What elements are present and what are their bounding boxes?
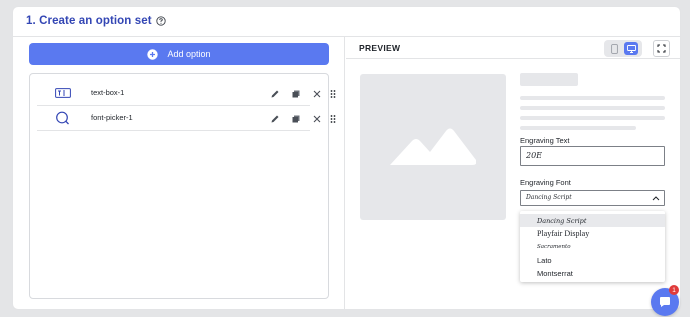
add-option-label: Add option	[167, 49, 211, 59]
option-name: text-box-1	[91, 88, 125, 97]
delete-icon[interactable]	[311, 88, 322, 99]
text-skeleton	[520, 126, 636, 130]
product-image-placeholder	[360, 74, 506, 220]
options-list: text-box-1 font-picker-1	[29, 73, 335, 299]
plus-circle-icon	[147, 48, 159, 60]
section-title: 1. Create an option set	[26, 14, 152, 27]
font-option[interactable]: Playfair Display	[520, 227, 665, 240]
editor-body: Add option text-box-1 font-picker-1 PREV…	[13, 36, 680, 309]
option-row[interactable]: font-picker-1	[37, 106, 335, 131]
option-set-card: 1. Create an option set Add option text-…	[12, 6, 681, 310]
font-picker-icon	[55, 111, 71, 125]
delete-icon[interactable]	[311, 113, 322, 124]
engraving-font-value: Dancing Script	[526, 194, 572, 201]
preview-panel: PREVIEW Engraving Text 20E Engraving Fon…	[346, 37, 680, 309]
edit-icon[interactable]	[269, 88, 280, 99]
duplicate-icon[interactable]	[290, 88, 301, 99]
engraving-font-label: Engraving Font	[520, 178, 571, 187]
drag-handle-icon[interactable]	[327, 88, 338, 99]
text-skeleton	[520, 116, 665, 120]
chat-icon	[660, 297, 670, 307]
engraving-text-input[interactable]: 20E	[520, 146, 665, 166]
mobile-icon[interactable]	[608, 42, 621, 55]
drag-handle-icon[interactable]	[327, 113, 338, 124]
font-option[interactable]: Sacramento	[520, 240, 665, 253]
option-row[interactable]: text-box-1	[37, 81, 335, 106]
engraving-font-select[interactable]: Dancing Script	[520, 190, 665, 206]
text-box-icon	[55, 87, 71, 99]
font-dropdown: Dancing Script Playfair Display Sacramen…	[520, 211, 665, 282]
help-icon[interactable]	[155, 15, 166, 26]
duplicate-icon[interactable]	[290, 113, 301, 124]
notification-badge: 1	[669, 285, 679, 295]
font-option[interactable]: Lato	[520, 254, 665, 267]
device-toggle	[604, 40, 642, 57]
section-header: 1. Create an option set	[13, 7, 680, 34]
engraving-text-label: Engraving Text	[520, 136, 570, 145]
text-skeleton	[520, 106, 665, 110]
option-name: font-picker-1	[91, 113, 133, 122]
font-option[interactable]: Montserrat	[520, 267, 665, 280]
preview-label: PREVIEW	[359, 43, 401, 53]
text-skeleton	[520, 96, 665, 100]
chevron-up-icon	[652, 196, 660, 201]
edit-icon[interactable]	[269, 113, 280, 124]
font-option[interactable]: Dancing Script	[520, 214, 665, 227]
fullscreen-icon[interactable]	[653, 40, 670, 57]
options-panel: Add option text-box-1 font-picker-1	[13, 37, 345, 309]
desktop-icon[interactable]	[624, 42, 638, 55]
image-placeholder-icon	[390, 128, 476, 165]
title-skeleton	[520, 73, 578, 86]
preview-toolbar: PREVIEW	[346, 37, 680, 59]
add-option-button[interactable]: Add option	[29, 43, 329, 65]
